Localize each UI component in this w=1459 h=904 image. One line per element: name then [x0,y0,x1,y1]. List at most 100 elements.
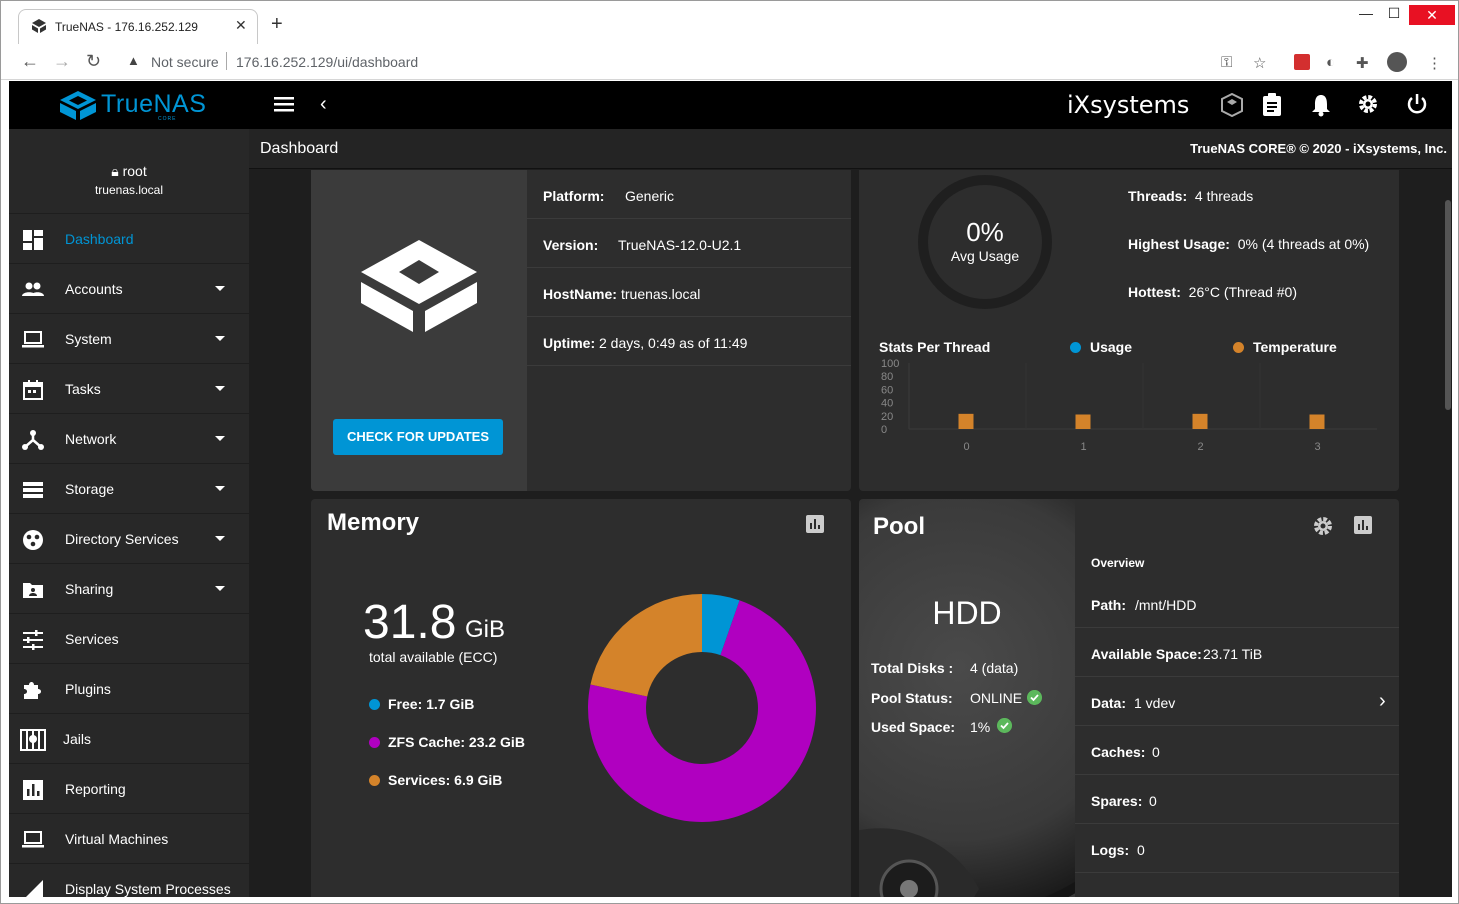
pool-caches-row: Caches: 0 [1075,726,1399,775]
used-space-value: 1% [970,719,991,735]
new-tab-button[interactable]: + [271,14,283,34]
sidebar-item-label: Network [65,431,117,447]
pdf-extension-icon[interactable] [1294,54,1310,70]
bar-chart-icon [23,780,43,800]
extension-circle-icon[interactable]: ◐ [1326,54,1335,71]
sidebar-item-virtual-machines[interactable]: Virtual Machines [9,814,249,864]
threads-value: 4 threads [1194,188,1254,204]
system-logo-panel: CHECK FOR UPDATES [311,170,527,491]
sidebar-item-jails[interactable]: Jails [9,714,249,764]
power-icon[interactable] [1406,93,1428,115]
sidebar-item-sharing[interactable]: Sharing [9,564,249,614]
collapse-sidebar-icon[interactable]: ‹ [320,93,327,116]
services-legend-label: Services: 6.9 GiB [388,772,503,788]
status-ok-check-icon [1027,690,1042,705]
ixsystems-logo[interactable]: iXsystems [1067,91,1189,119]
pool-data-row[interactable]: Data: 1 vdev › [1075,677,1399,726]
chevron-down-icon [215,436,225,441]
warning-icon[interactable]: ▲ [127,53,140,68]
y-tick-label: 60 [881,384,893,396]
menu-toggle-icon[interactable] [274,95,294,113]
memory-total-label: total available (ECC) [369,649,498,665]
back-button[interactable]: ← [21,51,39,72]
sidebar-item-reporting[interactable]: Reporting [9,764,249,814]
uptime-label: Uptime: [543,335,596,351]
pool-settings-gear-icon[interactable] [1312,515,1334,537]
sidebar-item-network[interactable]: Network [9,414,249,464]
tune-icon [23,630,43,650]
tab-close-icon[interactable]: ✕ [235,17,247,34]
used-space-label: Used Space: [871,719,956,735]
sidebar-item-label: Jails [63,731,92,747]
sidebar-item-plugins[interactable]: Plugins [9,664,249,714]
pool-status-value: ONLINE [970,690,1023,706]
chevron-down-icon [215,586,225,591]
brand-sub-text: CORE [158,116,177,122]
url-text[interactable]: 176.16.252.129/ui/dashboard [236,54,418,70]
y-tick-label: 0 [881,424,887,436]
pool-report-icon[interactable] [1354,516,1372,534]
temperature-legend-dot [1233,342,1244,353]
bookmark-star-icon[interactable]: ☆ [1253,54,1266,72]
dashboard-icon [23,230,43,250]
clipboard-icon[interactable] [1262,93,1282,117]
window-close-button[interactable]: ✕ [1409,5,1455,25]
temperature-legend-label: Temperature [1253,339,1337,355]
puzzle-icon [24,682,41,699]
cpu-avg-label: Avg Usage [950,248,1020,264]
top-bar: TrueNAS CORE ‹ iXsystems [9,81,1452,129]
chevron-down-icon [215,486,225,491]
reload-button[interactable]: ↻ [86,51,101,72]
caches-label: Caches: [1091,744,1146,760]
temperature-bar [1075,414,1091,429]
zfs-cache-legend-dot [369,737,380,748]
key-icon[interactable]: ⚿ [1221,54,1232,71]
caches-value: 0 [1152,744,1160,760]
free-legend-label: Free: 1.7 GiB [388,696,475,712]
pool-card: Pool HDD Total Disks : 4 (data) Pool Sta… [859,499,1399,897]
y-tick-label: 40 [881,398,893,410]
memory-report-icon[interactable] [806,515,824,533]
truecommand-icon[interactable] [1221,93,1243,117]
truenas-logo[interactable]: TrueNAS CORE [59,89,209,123]
browser-menu-icon[interactable]: ⋮ [1427,54,1442,72]
sidebar-item-directory-services[interactable]: Directory Services [9,514,249,564]
sidebar-item-label: System [65,331,112,347]
sidebar-item-tasks[interactable]: Tasks [9,364,249,414]
cpu-chart-title: Stats Per Thread [879,339,991,355]
check-for-updates-button[interactable]: CHECK FOR UPDATES [333,419,503,455]
dashboard-content: CHECK FOR UPDATES Platform: Generic Vers… [249,170,1452,897]
version-row: Version: TrueNAS-12.0-U2.1 [527,219,851,268]
chevron-down-icon [215,336,225,341]
copyright-text: TrueNAS CORE® © 2020 - iXsystems, Inc. [1190,141,1447,156]
spares-label: Spares: [1091,793,1143,809]
x-tick-label: 2 [1197,441,1203,453]
usage-legend-dot [1070,342,1081,353]
sidebar-item-system[interactable]: System [9,314,249,364]
sidebar-item-label: Tasks [65,381,101,397]
sidebar-item-dashboard[interactable]: Dashboard [9,214,249,264]
chevron-down-icon [215,386,225,391]
settings-gear-icon[interactable] [1357,93,1379,115]
sidebar-item-services[interactable]: Services [9,614,249,664]
tab-strip: TrueNAS - 176.16.252.129 ✕ + — ☐ ✕ [1,1,1458,44]
notifications-bell-icon[interactable] [1311,93,1331,117]
profile-avatar-icon[interactable] [1387,52,1407,72]
extensions-puzzle-icon[interactable]: ✚ [1356,54,1369,72]
browser-tab[interactable]: TrueNAS - 176.16.252.129 ✕ [18,9,258,44]
maximize-button[interactable]: ☐ [1374,5,1414,25]
version-label: Version: [543,237,599,253]
hostname-row: HostName: truenas.local [527,268,851,317]
content-scrollbar-thumb[interactable] [1445,200,1451,410]
address-bar[interactable]: ▲ Not secure 176.16.252.129/ui/dashboard [117,49,1287,75]
forward-button[interactable]: → [53,51,71,72]
sidebar-item-display-system-processes[interactable]: Display System Processes [9,864,249,897]
directory-icon [23,530,43,550]
chevron-right-icon[interactable]: › [1379,690,1386,713]
services-slice[interactable] [590,594,702,697]
pool-logs-row: Logs: 0 [1075,824,1399,873]
not-secure-label[interactable]: Not secure [151,54,219,70]
path-value: /mnt/HDD [1135,597,1197,613]
sidebar-item-storage[interactable]: Storage [9,464,249,514]
sidebar-item-accounts[interactable]: Accounts [9,264,249,314]
